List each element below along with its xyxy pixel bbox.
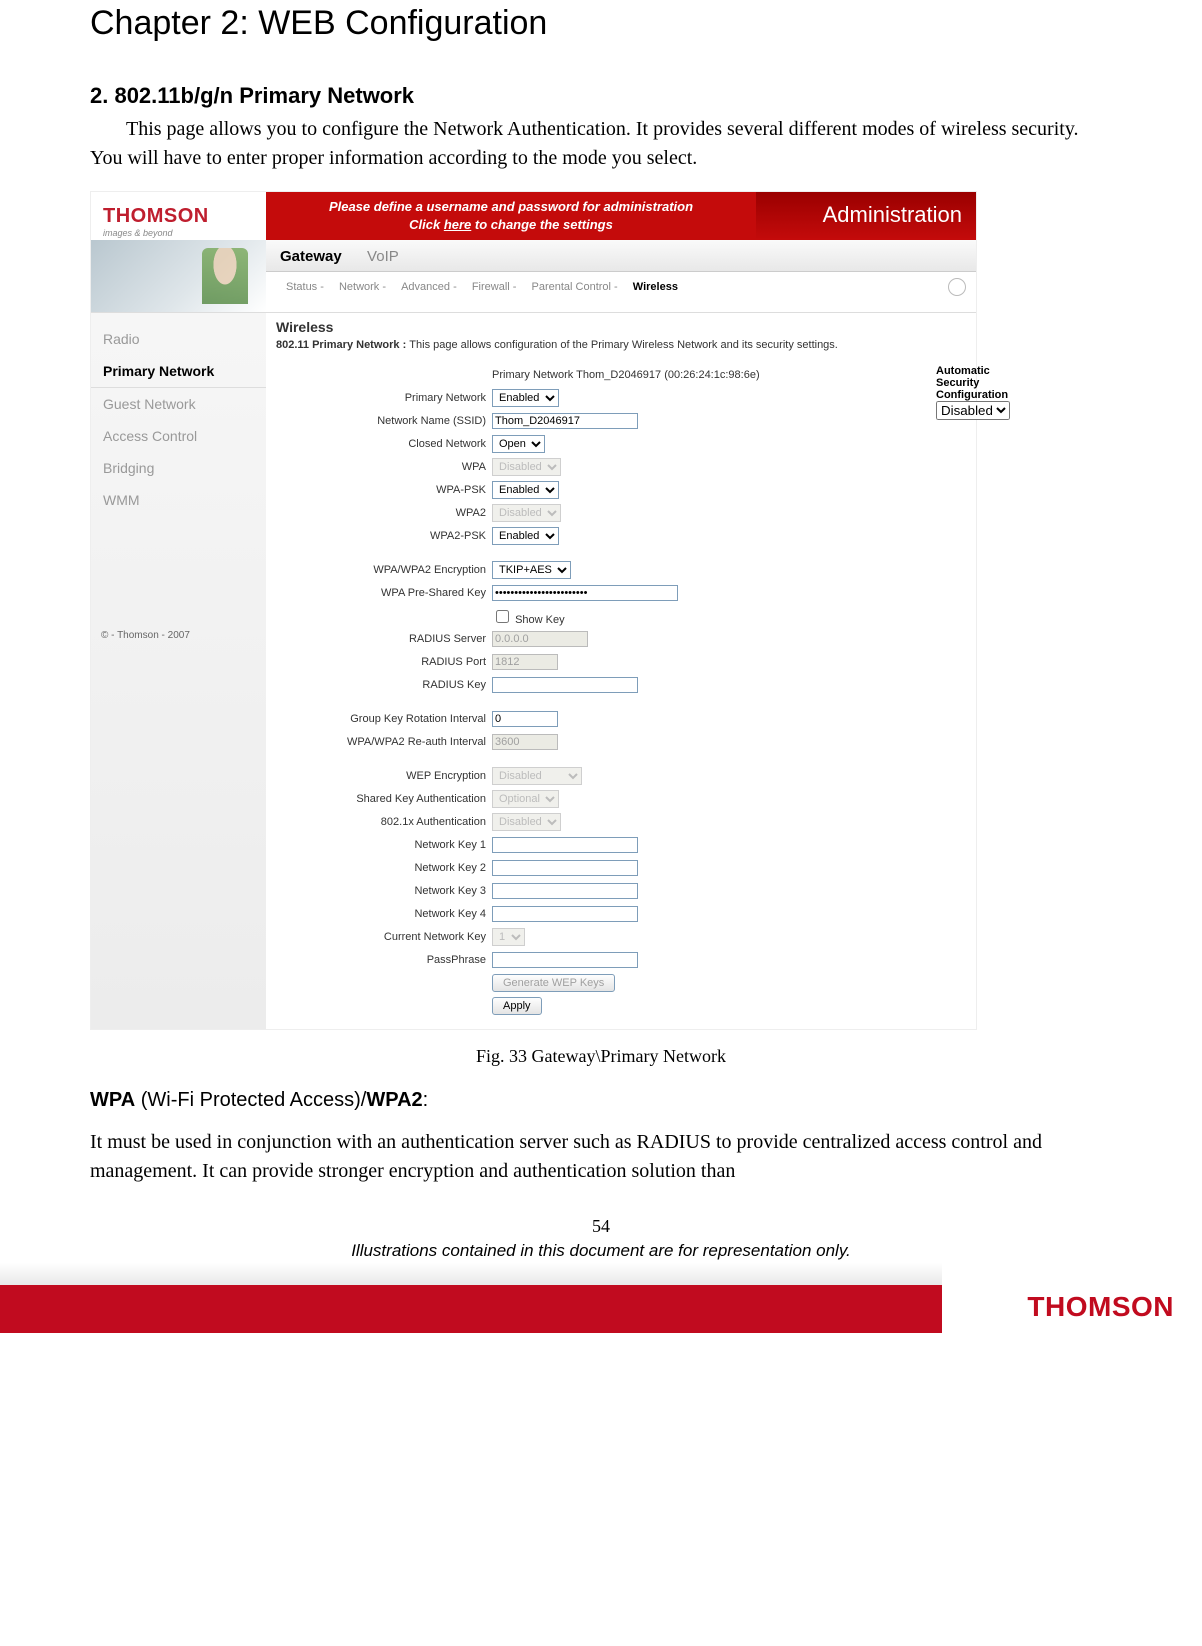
psk-input[interactable]: [492, 585, 678, 601]
show-key-checkbox[interactable]: [496, 610, 509, 623]
dot1x-select: Disabled: [492, 813, 561, 831]
lbl-radius-key: RADIUS Key: [276, 679, 492, 691]
sidebar-item-wmm[interactable]: WMM: [91, 484, 266, 516]
lbl-radius-server: RADIUS Server: [276, 633, 492, 645]
apply-button[interactable]: Apply: [492, 997, 542, 1015]
lbl-nk2: Network Key 2: [276, 862, 492, 874]
chapter-title: Chapter 2: WEB Configuration: [90, 0, 1112, 43]
sidebar-item-primary-network[interactable]: Primary Network: [91, 355, 266, 388]
sub-nav: Status - Network - Advanced - Firewall -…: [280, 281, 684, 293]
lbl-nk3: Network Key 3: [276, 885, 492, 897]
main-heading: Wireless: [276, 319, 966, 335]
wpa2-select: Disabled: [492, 504, 561, 522]
wpa-paragraph: It must be used in conjunction with an a…: [90, 1128, 1112, 1186]
wpa2-psk-select[interactable]: Enabled: [492, 527, 559, 545]
main-desc-text: This page allows configuration of the Pr…: [409, 339, 838, 351]
alert-line1: Please define a username and password fo…: [274, 198, 748, 216]
decorative-photo: [91, 240, 266, 312]
lbl-radius-port: RADIUS Port: [276, 656, 492, 668]
nk1-input[interactable]: [492, 837, 638, 853]
radius-key-input[interactable]: [492, 677, 638, 693]
alert-line2a: Click: [409, 217, 444, 232]
sidebar-item-guest-network[interactable]: Guest Network: [91, 388, 266, 420]
figure-caption: Fig. 33 Gateway\Primary Network: [90, 1046, 1112, 1067]
lbl-closed: Closed Network: [276, 438, 492, 450]
subnav-parental[interactable]: Parental Control -: [532, 281, 618, 293]
auto-security-select[interactable]: Disabled: [936, 401, 1010, 420]
gkri-input[interactable]: [492, 711, 558, 727]
lbl-nk4: Network Key 4: [276, 908, 492, 920]
alert-here-link[interactable]: here: [444, 217, 471, 232]
lbl-passphrase: PassPhrase: [276, 954, 492, 966]
passphrase-input[interactable]: [492, 952, 638, 968]
ssid-input[interactable]: [492, 413, 638, 429]
wpa-psk-select[interactable]: Enabled: [492, 481, 559, 499]
wpa-select: Disabled: [492, 458, 561, 476]
lbl-ssid: Network Name (SSID): [276, 415, 492, 427]
lbl-encryption: WPA/WPA2 Encryption: [276, 564, 492, 576]
ska-select: Optional: [492, 790, 559, 808]
reauth-input: [492, 734, 558, 750]
main-desc-label: 802.11 Primary Network :: [276, 339, 409, 351]
sidebar-copyright: © - Thomson - 2007: [91, 626, 266, 645]
radius-port-input: [492, 654, 558, 670]
lbl-ska: Shared Key Authentication: [276, 793, 492, 805]
cnk-select: 1: [492, 928, 525, 946]
logo-tagline: images & beyond: [103, 228, 258, 238]
sidebar-item-bridging[interactable]: Bridging: [91, 452, 266, 484]
subnav-firewall[interactable]: Firewall -: [472, 281, 517, 293]
closed-network-select[interactable]: Open: [492, 435, 545, 453]
primary-network-select[interactable]: Enabled: [492, 389, 559, 407]
lbl-wpa2-psk: WPA2-PSK: [276, 530, 492, 542]
alert-line2b: to change the settings: [471, 217, 613, 232]
radius-server-input: [492, 631, 588, 647]
mac-line: Primary Network Thom_D2046917 (00:26:24:…: [492, 369, 966, 381]
lbl-nk1: Network Key 1: [276, 839, 492, 851]
top-tabs: Gateway VoIP: [266, 240, 976, 272]
subnav-network[interactable]: Network -: [339, 281, 386, 293]
section-title: 2. 802.11b/g/n Primary Network: [90, 83, 1112, 109]
tab-voip[interactable]: VoIP: [367, 248, 399, 265]
page-header-title: Administration: [756, 192, 976, 240]
subnav-advanced[interactable]: Advanced -: [401, 281, 457, 293]
nk4-input[interactable]: [492, 906, 638, 922]
sidebar-item-radio[interactable]: Radio: [91, 323, 266, 355]
refresh-icon[interactable]: [948, 278, 966, 296]
lbl-reauth: WPA/WPA2 Re-auth Interval: [276, 736, 492, 748]
sidebar: Radio Primary Network Guest Network Acce…: [91, 313, 266, 1029]
lbl-cnk: Current Network Key: [276, 931, 492, 943]
nk3-input[interactable]: [492, 883, 638, 899]
wpa-subtitle: WPA (Wi-Fi Protected Access)/WPA2:: [90, 1089, 1112, 1112]
tab-gateway[interactable]: Gateway: [280, 248, 342, 265]
nk2-input[interactable]: [492, 860, 638, 876]
footer-brand-logo: THOMSON: [1025, 1291, 1176, 1323]
footer-bar: THOMSON: [0, 1285, 1202, 1333]
generate-wep-button: Generate WEP Keys: [492, 974, 615, 992]
lbl-wpa: WPA: [276, 461, 492, 473]
lbl-psk: WPA Pre-Shared Key: [276, 587, 492, 599]
wep-select: Disabled: [492, 767, 582, 785]
lbl-wpa2: WPA2: [276, 507, 492, 519]
lbl-primary-network: Primary Network: [276, 392, 492, 404]
auto-security-label: Automatic Security Configuration: [936, 365, 1008, 401]
brand-logo: THOMSON images & beyond: [91, 192, 266, 240]
lbl-dot1x: 802.1x Authentication: [276, 816, 492, 828]
alert-banner: Please define a username and password fo…: [266, 192, 756, 240]
subnav-wireless[interactable]: Wireless: [633, 281, 678, 293]
sidebar-item-access-control[interactable]: Access Control: [91, 420, 266, 452]
screenshot-gateway-primary-network: THOMSON images & beyond Please define a …: [90, 191, 977, 1030]
page-number: 54: [90, 1216, 1112, 1237]
lbl-gkri: Group Key Rotation Interval: [276, 713, 492, 725]
logo-text: THOMSON: [103, 205, 209, 227]
footer-note: Illustrations contained in this document…: [90, 1241, 1112, 1261]
subnav-status[interactable]: Status -: [286, 281, 324, 293]
encryption-select[interactable]: TKIP+AES: [492, 561, 571, 579]
lbl-wep: WEP Encryption: [276, 770, 492, 782]
auto-security-block: Automatic Security Configuration Disable…: [936, 365, 1010, 420]
lbl-wpa-psk: WPA-PSK: [276, 484, 492, 496]
intro-paragraph: This page allows you to configure the Ne…: [90, 115, 1112, 173]
show-key-label: Show Key: [515, 614, 565, 626]
